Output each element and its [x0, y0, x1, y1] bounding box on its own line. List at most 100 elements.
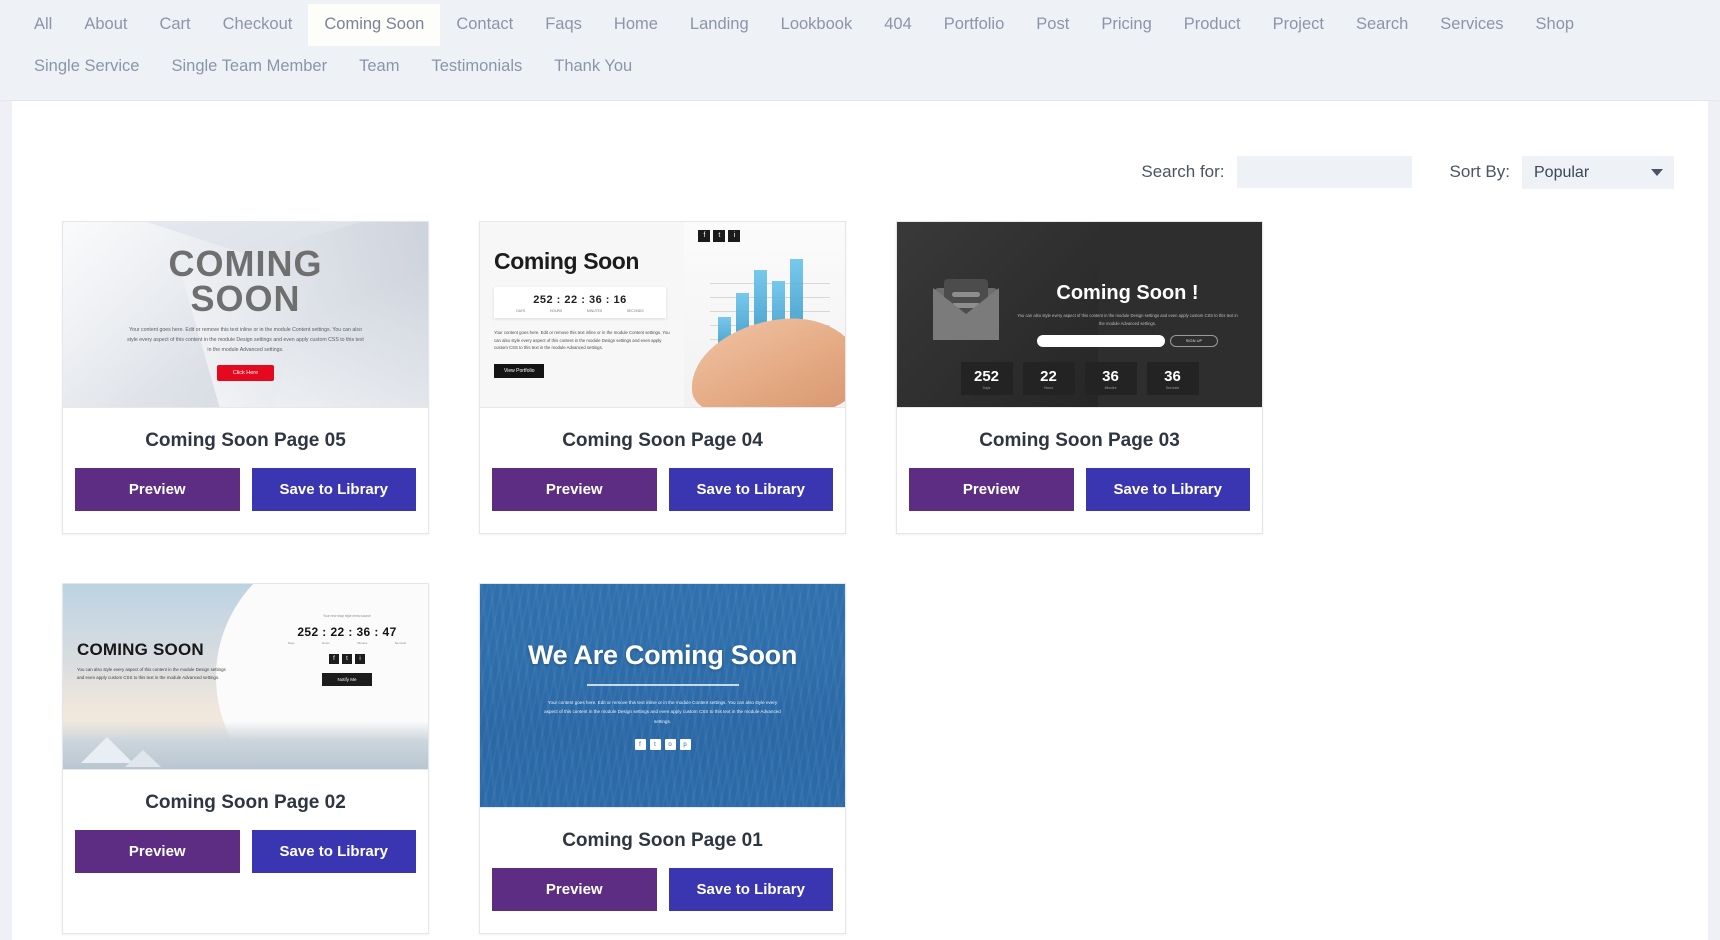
countdown-sep: : — [322, 625, 326, 639]
pinterest-icon: p — [680, 739, 691, 750]
layout-card[interactable]: COMING SOON Your content goes here. Edit… — [62, 221, 429, 534]
iceberg-illustration — [63, 721, 428, 769]
filter-controls: Search for: Sort By: Popular — [12, 101, 1708, 189]
layout-card[interactable]: COMING SOON You can also style every asp… — [62, 583, 429, 934]
divider — [587, 684, 739, 686]
thumb04-right-panel: f t i — [684, 222, 845, 407]
nav-item-coming-soon[interactable]: Coming Soon — [308, 4, 440, 46]
preview-button[interactable]: Preview — [75, 468, 240, 511]
nav-item-lookbook[interactable]: Lookbook — [765, 4, 869, 46]
nav-item-cart[interactable]: Cart — [143, 4, 206, 46]
instagram-icon: o — [665, 739, 676, 750]
nav-item-landing[interactable]: Landing — [674, 4, 765, 46]
thumb01-body: Your content goes here. Edit or remove t… — [543, 698, 783, 726]
save-to-library-button[interactable]: Save to Library — [1086, 468, 1251, 511]
countdown-label-hours: Hours — [1023, 386, 1075, 390]
instagram-icon: i — [728, 230, 740, 242]
thumb05-body: Your content goes here. Edit or remove t… — [126, 326, 366, 356]
nav-item-post[interactable]: Post — [1020, 4, 1085, 46]
thumb05-headline-2: SOON — [190, 282, 300, 317]
layout-sheet: Search for: Sort By: Popular COMING SOON… — [12, 101, 1708, 940]
nav-item-team[interactable]: Team — [343, 46, 415, 88]
sort-label: Sort By: — [1450, 162, 1510, 182]
nav-item-pricing[interactable]: Pricing — [1085, 4, 1167, 46]
countdown-seconds: 36 — [1147, 368, 1199, 385]
layout-thumbnail-01[interactable]: We Are Coming Soon Your content goes her… — [480, 584, 845, 808]
countdown-label-days: DAYS — [516, 309, 525, 313]
card-actions: Preview Save to Library — [897, 468, 1262, 533]
countdown-hours: 22 — [564, 294, 577, 306]
thumb04-cta-button: View Portfolio — [494, 364, 544, 378]
countdown-label-minutes: MINUTES — [587, 309, 602, 313]
countdown-minutes: 36 — [356, 625, 370, 639]
countdown-label-seconds: Seconds — [1147, 386, 1199, 390]
card-title: Coming Soon Page 03 — [897, 408, 1262, 468]
nav-item-contact[interactable]: Contact — [440, 4, 529, 46]
countdown-minutes: 36 — [589, 294, 602, 306]
nav-item-thank-you[interactable]: Thank You — [538, 46, 648, 88]
card-actions: Preview Save to Library — [480, 868, 845, 933]
preview-button[interactable]: Preview — [909, 468, 1074, 511]
countdown-seconds: 47 — [383, 625, 397, 639]
nav-item-search[interactable]: Search — [1340, 4, 1424, 46]
nav-item-shop[interactable]: Shop — [1520, 4, 1591, 46]
nav-item-404[interactable]: 404 — [868, 4, 928, 46]
layout-card[interactable]: Coming Soon ! You can also style every a… — [896, 221, 1263, 534]
nav-item-services[interactable]: Services — [1424, 4, 1519, 46]
search-input[interactable] — [1237, 156, 1412, 188]
card-title: Coming Soon Page 04 — [480, 408, 845, 468]
nav-item-single-team-member[interactable]: Single Team Member — [155, 46, 343, 88]
thumb02-right-content: Your new shop style menu source 252 : 22… — [282, 614, 412, 686]
countdown-label-hours: Hours — [322, 641, 330, 645]
save-to-library-button[interactable]: Save to Library — [252, 468, 417, 511]
thumb02-notify-button: Notify Me — [322, 673, 372, 686]
card-title: Coming Soon Page 02 — [63, 770, 428, 830]
layout-thumbnail-02[interactable]: COMING SOON You can also style every asp… — [63, 584, 428, 770]
save-to-library-button[interactable]: Save to Library — [669, 868, 834, 911]
sort-select-wrapper[interactable]: Popular — [1522, 156, 1674, 189]
search-label: Search for: — [1141, 162, 1224, 182]
layout-thumbnail-05[interactable]: COMING SOON Your content goes here. Edit… — [63, 222, 428, 408]
thumb02-note: Your new shop style menu source — [282, 614, 412, 618]
thumb01-headline: We Are Coming Soon — [528, 640, 797, 671]
nav-item-portfolio[interactable]: Portfolio — [928, 4, 1021, 46]
card-actions: Preview Save to Library — [480, 468, 845, 533]
card-actions: Preview Save to Library — [63, 468, 428, 533]
preview-button[interactable]: Preview — [75, 830, 240, 873]
countdown-sep: : — [348, 625, 352, 639]
nav-item-single-service[interactable]: Single Service — [18, 46, 155, 88]
email-field — [1037, 335, 1165, 347]
countdown-minutes: 36 — [1085, 368, 1137, 385]
layout-thumbnail-04[interactable]: Coming Soon 252 : 22 : 36 : 16 DAYS — [480, 222, 845, 408]
save-to-library-button[interactable]: Save to Library — [669, 468, 834, 511]
nav-item-project[interactable]: Project — [1257, 4, 1340, 46]
thumb03-headline: Coming Soon ! — [1009, 282, 1246, 305]
preview-button[interactable]: Preview — [492, 868, 657, 911]
countdown-sep: : — [374, 625, 378, 639]
thumb02-headline: COMING SOON — [77, 640, 227, 660]
sort-select[interactable]: Popular — [1522, 156, 1674, 189]
nav-item-checkout[interactable]: Checkout — [207, 4, 309, 46]
nav-item-all[interactable]: All — [18, 4, 68, 46]
nav-item-testimonials[interactable]: Testimonials — [415, 46, 538, 88]
countdown-hours: 22 — [1023, 368, 1075, 385]
nav-item-product[interactable]: Product — [1168, 4, 1257, 46]
countdown-label-days: Days — [288, 641, 295, 645]
facebook-icon: f — [698, 230, 710, 242]
save-to-library-button[interactable]: Save to Library — [252, 830, 417, 873]
layout-card[interactable]: We Are Coming Soon Your content goes her… — [479, 583, 846, 934]
thumb05-headline-1: COMING — [169, 247, 323, 282]
preview-button[interactable]: Preview — [492, 468, 657, 511]
page-type-navbar: All About Cart Checkout Coming Soon Cont… — [0, 0, 1720, 101]
countdown-label-minutes: Minutes — [1085, 386, 1137, 390]
thumb05-cta-button: Click Here — [217, 365, 274, 381]
facebook-icon: f — [635, 739, 646, 750]
layout-thumbnail-03[interactable]: Coming Soon ! You can also style every a… — [897, 222, 1262, 408]
layout-card[interactable]: Coming Soon 252 : 22 : 36 : 16 DAYS — [479, 221, 846, 534]
signup-button: SIGN UP — [1170, 335, 1218, 347]
thumb04-headline: Coming Soon — [494, 248, 684, 275]
nav-item-about[interactable]: About — [68, 4, 143, 46]
nav-item-faqs[interactable]: Faqs — [529, 4, 598, 46]
thumb02-countdown-labels: Days Hours Minutes Seconds — [282, 641, 412, 645]
nav-item-home[interactable]: Home — [598, 4, 674, 46]
